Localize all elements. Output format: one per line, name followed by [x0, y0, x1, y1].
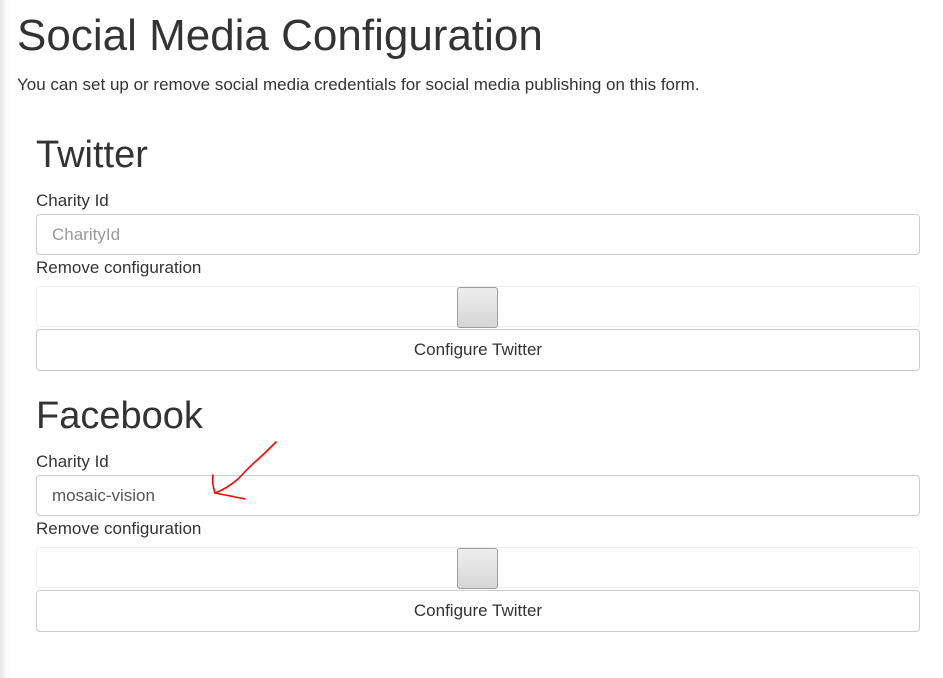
page-title: Social Media Configuration: [17, 11, 543, 60]
twitter-remove-configuration-label: Remove configuration: [36, 258, 202, 277]
facebook-section: Facebook Charity Id Remove configuration…: [36, 394, 920, 636]
facebook-section-title: Facebook: [36, 395, 203, 437]
facebook-charity-id-label: Charity Id: [36, 452, 109, 471]
left-edge-shadow: [0, 0, 10, 678]
facebook-remove-configuration-row: [36, 547, 920, 589]
twitter-remove-configuration-row: [36, 286, 920, 328]
configure-facebook-button[interactable]: Configure Twitter: [36, 590, 920, 632]
twitter-charity-id-input[interactable]: [36, 214, 920, 255]
configure-twitter-button[interactable]: Configure Twitter: [36, 329, 920, 371]
facebook-charity-id-input[interactable]: [36, 475, 920, 516]
facebook-remove-configuration-label: Remove configuration: [36, 519, 202, 538]
facebook-remove-configuration-checkbox[interactable]: [457, 548, 498, 589]
page-description: You can set up or remove social media cr…: [17, 75, 700, 94]
twitter-section-title: Twitter: [36, 134, 148, 176]
twitter-section: Twitter Charity Id Remove configuration …: [36, 133, 920, 375]
twitter-charity-id-label: Charity Id: [36, 191, 109, 210]
twitter-remove-configuration-checkbox[interactable]: [457, 287, 498, 328]
